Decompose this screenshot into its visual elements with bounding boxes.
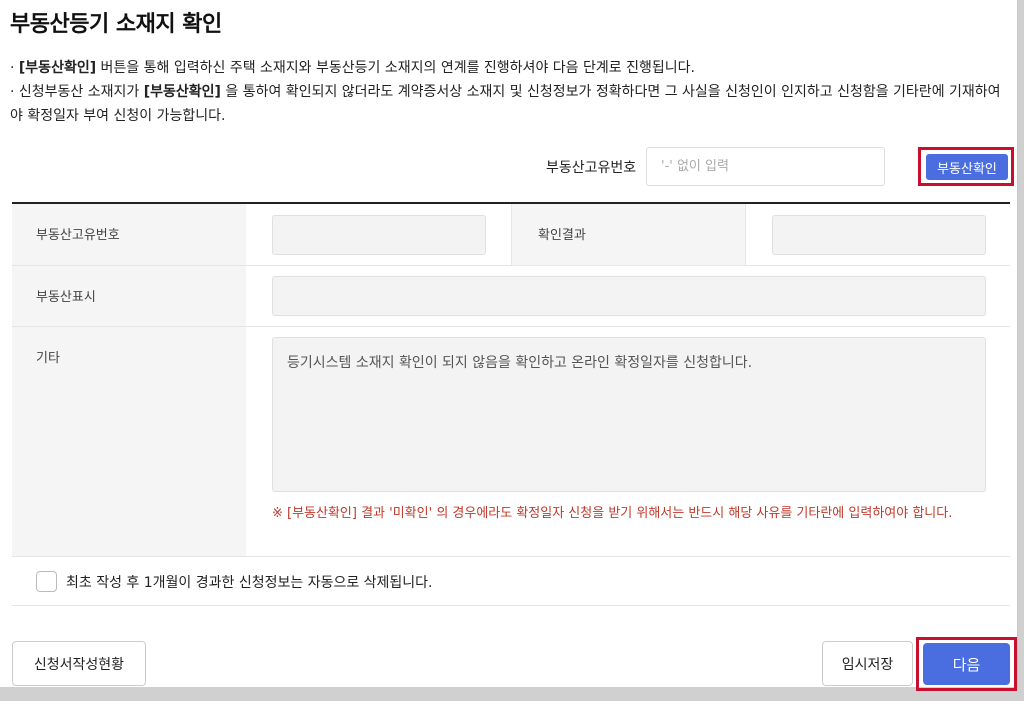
- notice-text: 버튼을 통해 입력하신 주택 소재지와 부동산등기 소재지의 연계를 진행하셔야…: [96, 60, 695, 76]
- unique-number-field: [272, 215, 486, 255]
- application-status-button[interactable]: 신청서작성현황: [12, 641, 146, 686]
- display-field: [272, 276, 986, 316]
- next-button[interactable]: 다음: [923, 643, 1010, 685]
- display-header: 부동산표시: [12, 266, 246, 326]
- result-header: 확인결과: [511, 204, 746, 265]
- auto-delete-label: 최초 작성 후 1개월이 경과한 신청정보는 자동으로 삭제됩니다.: [66, 575, 433, 591]
- notice-bold: [부동산확인]: [143, 84, 221, 100]
- table-row: 부동산표시: [12, 266, 1010, 327]
- warning-text: ※ [부동산확인] 결과 '미확인' 의 경우에라도 확정일자 신청을 받기 위…: [272, 506, 953, 521]
- table-row: 기타 등기시스템 소재지 확인이 되지 않음을 확인하고 온라인 확정일자를 신…: [12, 327, 1010, 557]
- notice-bullet: ·: [10, 60, 19, 76]
- page-title: 부동산등기 소재지 확인: [10, 12, 222, 37]
- auto-delete-row: 최초 작성 후 1개월이 경과한 신청정보는 자동으로 삭제됩니다.: [12, 556, 1010, 606]
- result-field: [772, 215, 986, 255]
- property-table: 부동산고유번호 확인결과 부동산표시 기타 등기시스템 소재지 확인이 되지 않…: [12, 202, 1010, 557]
- notice-line-1: · [부동산확인] 버튼을 통해 입력하신 주택 소재지와 부동산등기 소재지의…: [10, 56, 695, 80]
- etc-textarea[interactable]: 등기시스템 소재지 확인이 되지 않음을 확인하고 온라인 확정일자를 신청합니…: [272, 337, 986, 492]
- unique-number-header: 부동산고유번호: [12, 204, 246, 265]
- auto-delete-checkbox[interactable]: [36, 571, 57, 592]
- highlight-box: 다음: [916, 637, 1017, 691]
- unique-number-label: 부동산고유번호: [546, 160, 637, 176]
- temp-save-button[interactable]: 임시저장: [822, 641, 913, 686]
- dialog-panel: 부동산등기 소재지 확인 · [부동산확인] 버튼을 통해 입력하신 주택 소재…: [0, 0, 1018, 687]
- etc-header: 기타: [12, 327, 246, 556]
- notice-bold: [부동산확인]: [18, 60, 97, 76]
- notice-text-prefix: · 신청부동산 소재지가: [10, 84, 144, 100]
- unique-number-input[interactable]: [646, 147, 885, 186]
- notice-line-2: · 신청부동산 소재지가 [부동산확인] 을 통하여 확인되지 않더라도 계약증…: [10, 80, 1010, 128]
- property-check-button[interactable]: 부동산확인: [926, 154, 1008, 180]
- highlight-box: 부동산확인: [918, 147, 1014, 186]
- table-row: 부동산고유번호 확인결과: [12, 204, 1010, 266]
- search-row: 부동산고유번호 부동산확인: [0, 147, 1018, 187]
